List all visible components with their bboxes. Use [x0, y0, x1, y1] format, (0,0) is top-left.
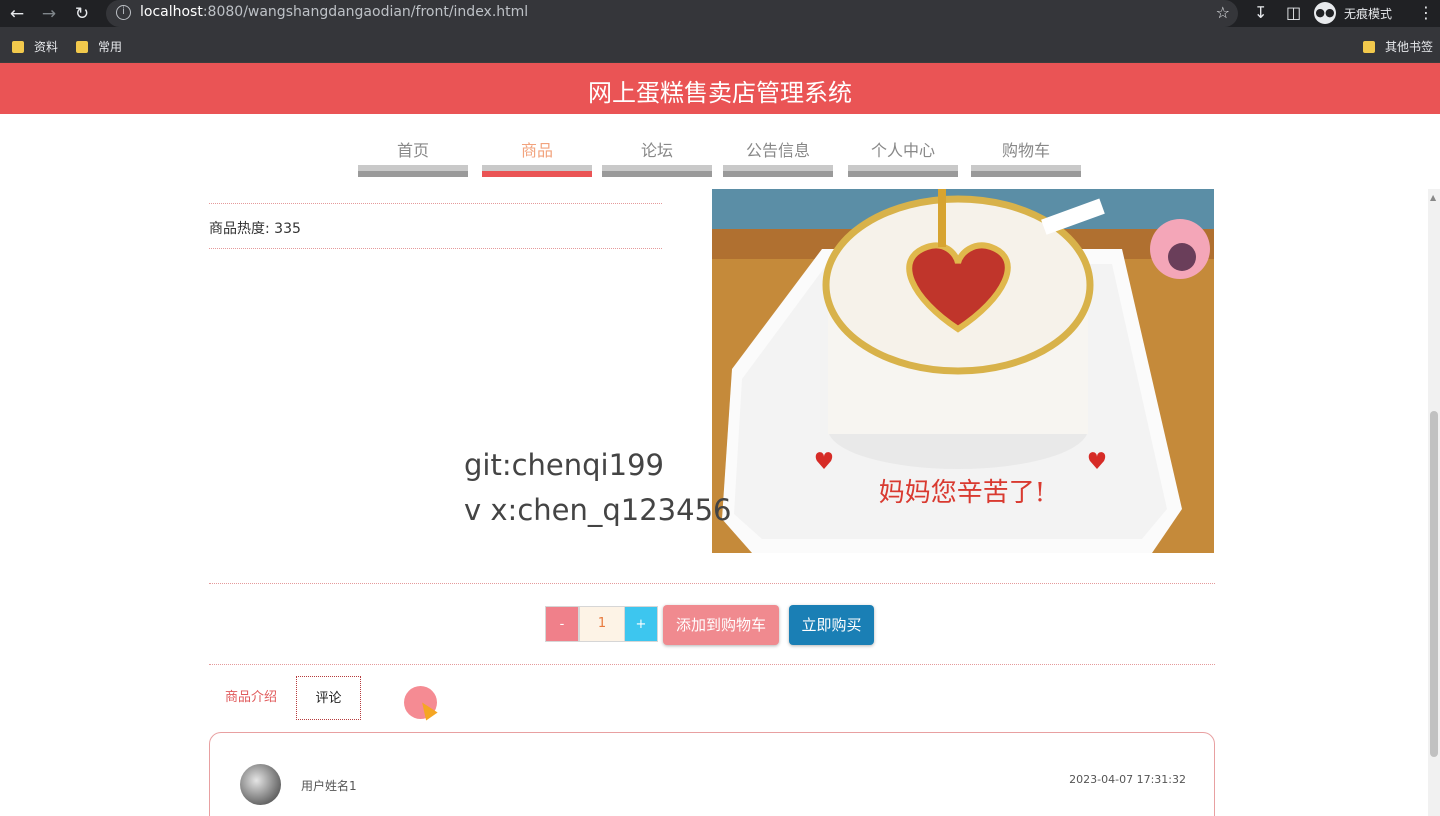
nav-item-home[interactable]: 首页 — [358, 114, 468, 178]
incognito-icon: ●● — [1314, 2, 1336, 24]
site-header: 网上蛋糕售卖店管理系统 — [0, 63, 1440, 114]
folder-icon — [1363, 40, 1375, 53]
bookmark-label: 资料 — [34, 40, 59, 54]
address-bar[interactable]: i localhost:8080/wangshangdangaodian/fro… — [106, 0, 1238, 27]
reload-icon[interactable]: ↻ — [71, 3, 93, 25]
site-info-icon[interactable]: i — [116, 5, 131, 20]
cake-illustration: 妈妈您辛苦了! — [712, 189, 1214, 553]
bookmark-label: 其他书签 — [1385, 40, 1434, 54]
nav-item-cart[interactable]: 购物车 — [971, 114, 1081, 178]
incognito-label: 无痕模式 — [1344, 6, 1393, 21]
main-nav: 首页 商品 论坛 公告信息 个人中心 购物车 — [0, 114, 1440, 189]
divider — [209, 203, 662, 204]
cake-caption: 妈妈您辛苦了! — [879, 478, 1045, 508]
nav-label: 论坛 — [640, 141, 673, 160]
divider — [209, 583, 1215, 584]
divider — [209, 248, 662, 249]
page-scrollbar[interactable]: ▲ — [1428, 189, 1440, 816]
nav-underline — [602, 165, 712, 177]
nav-label: 购物车 — [1001, 141, 1050, 160]
nav-underline — [723, 165, 833, 177]
tab-product-intro[interactable]: 商品介绍 — [209, 676, 293, 720]
scrollbar-thumb[interactable] — [1430, 411, 1438, 757]
bookmark-star-icon[interactable]: ☆ — [1216, 3, 1230, 22]
product-attr-partial: ... — [209, 189, 222, 193]
browser-toolbar: ← → ↻ i localhost:8080/wangshangdangaodi… — [0, 0, 1440, 27]
bookmark-folder-2[interactable]: 常用 — [76, 38, 122, 55]
add-to-cart-button[interactable]: 添加到购物车 — [663, 605, 779, 645]
nav-item-forum[interactable]: 论坛 — [602, 114, 712, 178]
nav-underline — [482, 165, 592, 177]
quantity-plus-button[interactable]: + — [624, 606, 658, 642]
review-timestamp: 2023-04-07 17:31:32 — [1069, 773, 1186, 786]
tab-reviews[interactable]: 评论 — [296, 676, 361, 720]
review-username: 用户姓名1 — [301, 779, 357, 793]
scroll-up-icon[interactable]: ▲ — [1430, 193, 1436, 202]
menu-kebab-icon[interactable]: ⋮ — [1418, 3, 1434, 23]
nav-item-profile[interactable]: 个人中心 — [848, 114, 958, 178]
product-heat: 商品热度: 335 — [209, 221, 301, 237]
divider — [209, 664, 1215, 665]
avatar — [240, 764, 281, 805]
url-text: localhost:8080/wangshangdangaodian/front… — [140, 4, 529, 20]
watermark-line-2: v x:chen_q123456 — [464, 493, 732, 527]
bookmark-label: 常用 — [98, 40, 123, 54]
buy-now-button[interactable]: 立即购买 — [789, 605, 874, 645]
download-icon[interactable]: ↧ — [1254, 3, 1267, 23]
nav-label: 商品 — [520, 141, 553, 160]
nav-underline — [971, 165, 1081, 177]
nav-item-products[interactable]: 商品 — [482, 114, 592, 178]
back-icon[interactable]: ← — [6, 3, 28, 25]
other-bookmarks[interactable]: 其他书签 — [1363, 38, 1433, 55]
bookmarks-bar: 资料 常用 其他书签 — [0, 27, 1440, 63]
site-title: 网上蛋糕售卖店管理系统 — [588, 79, 852, 107]
nav-label: 首页 — [396, 141, 429, 160]
quantity-minus-button[interactable]: - — [545, 606, 579, 642]
bookmark-folder-1[interactable]: 资料 — [12, 38, 58, 55]
product-image: 妈妈您辛苦了! — [712, 189, 1214, 553]
forward-icon[interactable]: → — [38, 3, 60, 25]
quantity-input[interactable]: 1 — [579, 606, 625, 642]
folder-icon — [76, 40, 88, 53]
watermark-line-1: git:chenqi199 — [464, 448, 664, 482]
nav-item-notices[interactable]: 公告信息 — [723, 114, 833, 178]
review-item: 用户姓名1 2023-04-07 17:31:32 — [209, 732, 1215, 816]
nav-label: 个人中心 — [870, 141, 935, 160]
nav-underline — [848, 165, 958, 177]
side-panel-icon[interactable]: ◫ — [1286, 3, 1301, 23]
nav-label: 公告信息 — [745, 141, 810, 160]
nav-underline — [358, 165, 468, 177]
product-detail: ... 商品热度: 335 妈妈您辛苦了! git:chenqi199 v x:… — [0, 189, 1428, 816]
folder-icon — [12, 40, 24, 53]
incognito-indicator[interactable]: ●● 无痕模式 — [1314, 2, 1392, 24]
